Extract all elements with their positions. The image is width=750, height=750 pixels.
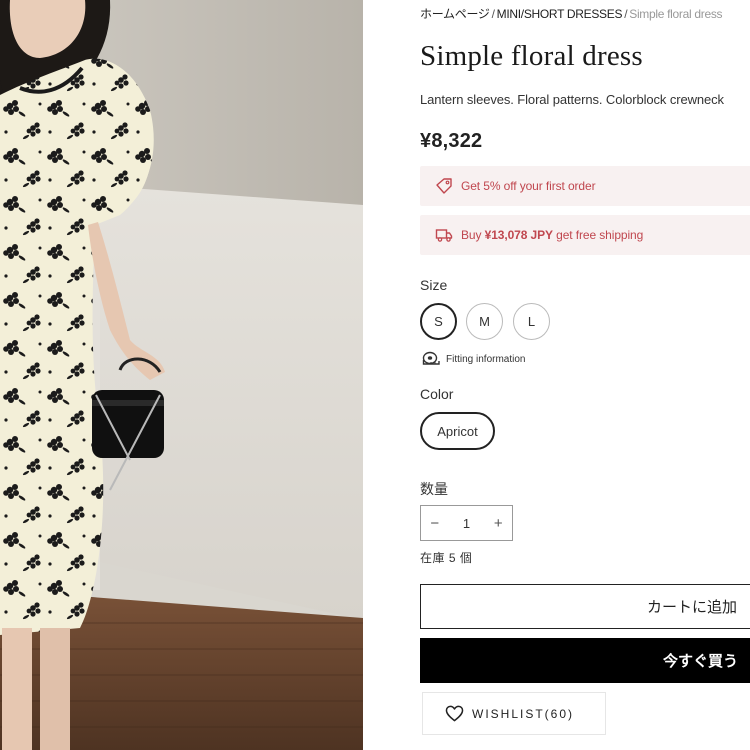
color-label: Color <box>420 386 454 402</box>
product-info-panel: ホームページ / MINI/SHORT DRESSES / Simple floral … <box>420 0 750 750</box>
stock-count: 在庫 5 個 <box>420 551 473 565</box>
add-to-cart-button[interactable]: カートに追加 <box>420 584 750 629</box>
promo-first-order-banner: Get 5% off your first order <box>420 166 750 206</box>
truck-icon <box>435 229 453 242</box>
wishlist-label: WISHLIST(60) <box>472 706 575 721</box>
quantity-label: 数量 <box>420 481 448 497</box>
promo-free-shipping-banner: Buy ¥13,078 JPY get free shipping <box>420 215 750 255</box>
promo-shipping-prefix: Buy <box>461 228 482 242</box>
size-option-l[interactable]: L <box>513 303 550 340</box>
breadcrumb-category-link[interactable]: MINI/SHORT DRESSES <box>497 7 623 21</box>
measuring-tape-icon <box>422 351 440 365</box>
fitting-information-label: Fitting information <box>446 353 526 365</box>
breadcrumb-separator: / <box>491 7 495 21</box>
product-title: Simple floral dress <box>420 40 643 72</box>
tag-icon <box>436 178 452 194</box>
wishlist-button[interactable]: WISHLIST(60) <box>422 692 606 735</box>
size-option-s[interactable]: S <box>420 303 457 340</box>
fitting-information-link[interactable]: Fitting information <box>422 351 525 367</box>
quantity-input[interactable] <box>448 506 485 540</box>
product-photo-illustration <box>0 0 363 750</box>
promo-shipping-suffix: get free shipping <box>556 228 644 242</box>
quantity-stepper: − + <box>420 505 513 541</box>
quantity-decrease-button[interactable]: − <box>421 506 449 540</box>
product-image[interactable] <box>0 0 363 750</box>
breadcrumb-current-page: Simple floral dress <box>629 7 723 21</box>
product-price: ¥8,322 <box>420 130 483 152</box>
buy-now-button[interactable]: 今すぐ買う <box>420 638 750 683</box>
breadcrumb-home-link[interactable]: ホームページ <box>420 7 490 21</box>
heart-icon <box>445 705 464 722</box>
size-label: Size <box>420 277 448 293</box>
color-option-apricot[interactable]: Apricot <box>420 412 495 450</box>
breadcrumb-separator: / <box>624 7 628 21</box>
breadcrumb: ホームページ / MINI/SHORT DRESSES / Simple floral … <box>420 5 750 22</box>
promo-shipping-amount: ¥13,078 JPY <box>484 228 553 242</box>
size-option-m[interactable]: M <box>466 303 503 340</box>
quantity-increase-button[interactable]: + <box>485 506 513 540</box>
product-subtitle: Lantern sleeves. Floral patterns. Colorb… <box>420 92 724 107</box>
promo-first-order-text: Get 5% off your first order <box>461 179 596 193</box>
